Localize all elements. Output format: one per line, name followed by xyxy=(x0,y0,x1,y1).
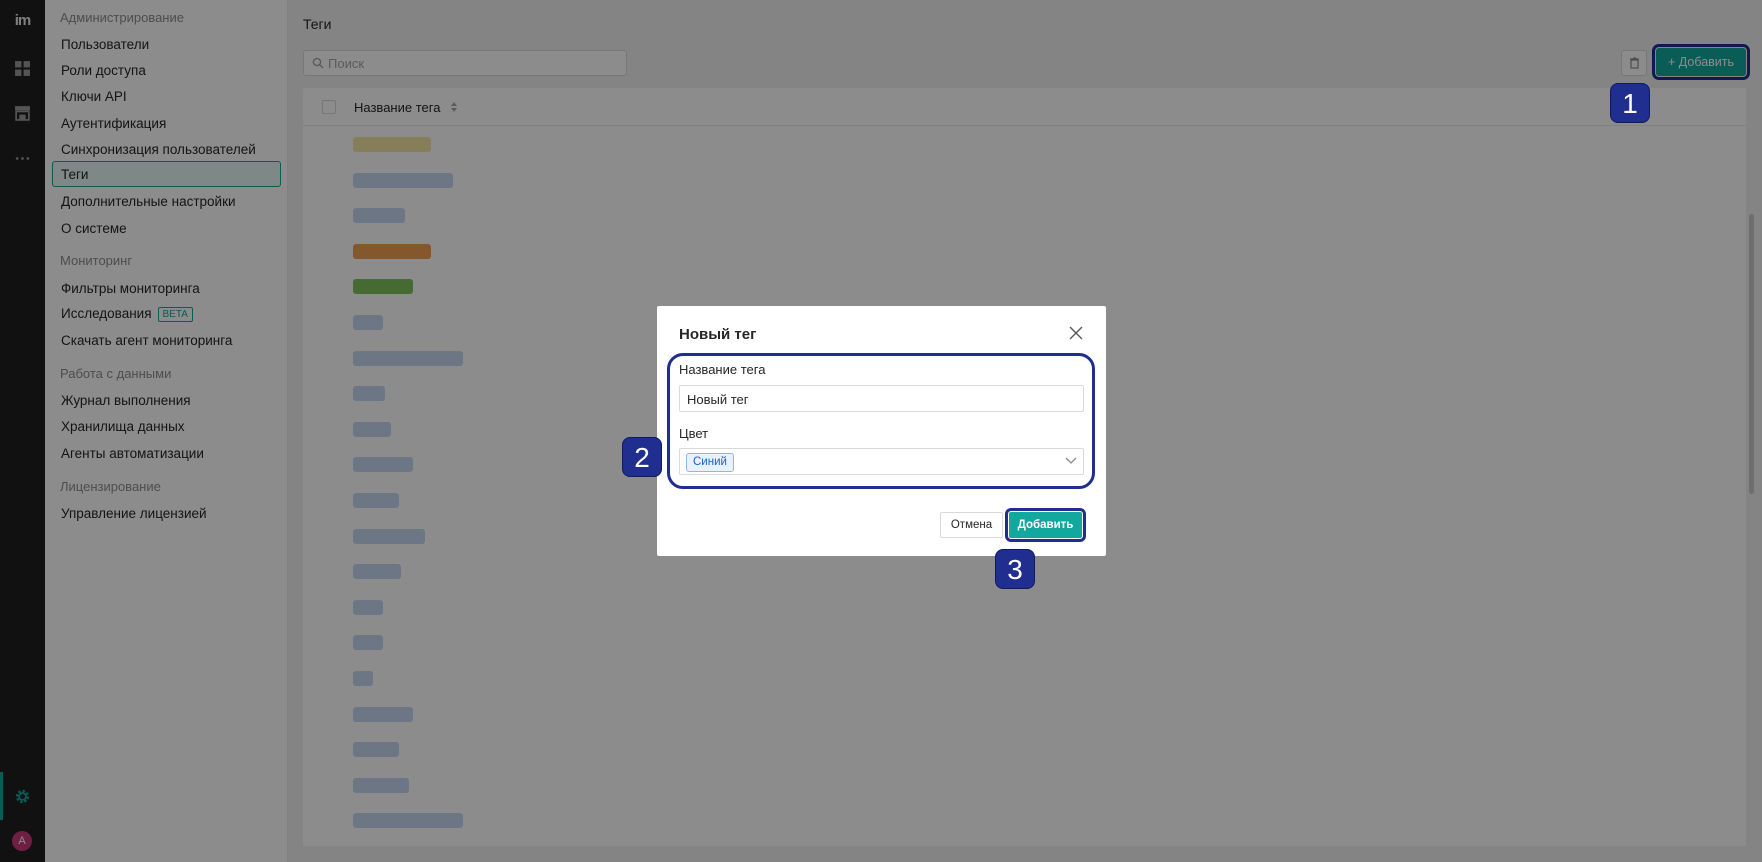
close-icon[interactable] xyxy=(1069,326,1083,340)
step-marker-2: 2 xyxy=(622,437,662,477)
color-label: Цвет xyxy=(679,426,709,441)
tag-name-field[interactable] xyxy=(679,385,1084,412)
step-marker-3: 3 xyxy=(995,549,1035,589)
tag-name-input[interactable] xyxy=(687,390,1077,408)
submit-add-button[interactable]: Добавить xyxy=(1005,508,1086,542)
step-marker-1: 1 xyxy=(1610,83,1650,123)
selected-color-tag: Синий xyxy=(686,453,734,472)
chevron-down-icon xyxy=(1065,457,1077,464)
color-select[interactable]: Синий xyxy=(679,448,1084,475)
cancel-button[interactable]: Отмена xyxy=(940,512,1003,538)
dialog-title: Новый тег xyxy=(679,326,757,343)
tag-name-label: Название тега xyxy=(679,362,766,377)
new-tag-dialog: Новый тег Название тега Цвет Синий Отмен… xyxy=(657,306,1106,556)
